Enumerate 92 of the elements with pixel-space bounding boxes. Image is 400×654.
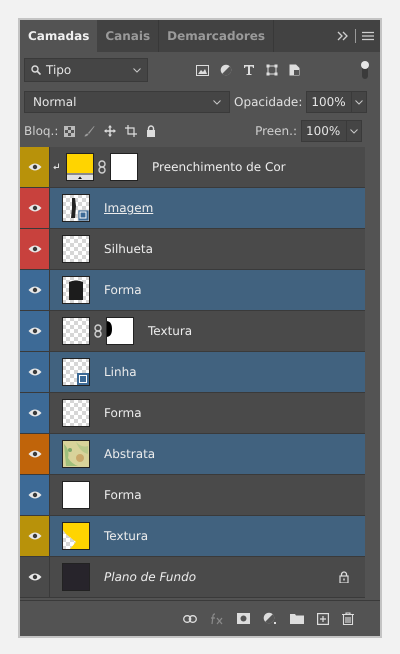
menu-icon[interactable] <box>362 31 374 41</box>
mask-icon[interactable] <box>237 613 250 624</box>
layer-row[interactable]: Preenchimento de Cor <box>20 147 365 188</box>
blend-mode-value: Normal <box>33 94 78 111</box>
layer-row[interactable]: Textura <box>20 516 365 557</box>
eye-icon[interactable] <box>28 203 42 213</box>
layer-thumbnail-icon <box>62 481 90 509</box>
type-filter-icon[interactable] <box>243 64 255 76</box>
layer-name[interactable]: Forma <box>104 281 142 299</box>
filter-toggle-icon[interactable] <box>360 60 370 80</box>
layer-name[interactable]: Textura <box>148 322 192 340</box>
layer-thumbnail-icon <box>62 440 90 468</box>
expand-icon[interactable] <box>337 31 349 41</box>
opacity-field[interactable]: 100% <box>306 91 368 113</box>
layer-thumbnail-icon <box>62 317 90 345</box>
layer-name[interactable]: Forma <box>104 486 142 504</box>
layer-row[interactable]: Imagem <box>20 188 365 229</box>
layer-color-label[interactable] <box>20 147 50 187</box>
layer-name[interactable]: Plano de Fundo <box>104 568 196 586</box>
fill-field[interactable]: 100% <box>301 120 362 142</box>
layer-thumbnail-icon <box>62 522 90 550</box>
adjustment-layer-icon[interactable] <box>263 612 277 625</box>
layer-color-label[interactable] <box>20 229 50 269</box>
layer-color-label[interactable] <box>20 475 50 515</box>
layer-row[interactable]: Silhueta <box>20 229 365 270</box>
trash-icon[interactable] <box>342 612 354 625</box>
artboard-icon[interactable] <box>125 125 138 137</box>
image-filter-icon[interactable] <box>196 64 209 76</box>
layer-thumbnail-icon <box>66 153 94 181</box>
eye-icon[interactable] <box>28 449 42 459</box>
chevron-down-icon <box>133 68 141 72</box>
eye-icon[interactable] <box>28 326 42 336</box>
adjustment-filter-icon[interactable] <box>220 64 232 76</box>
eye-icon[interactable] <box>28 162 42 172</box>
layer-thumbnail-icon <box>62 235 90 263</box>
eye-icon[interactable] <box>28 531 42 541</box>
lock-label: Bloq.: <box>24 123 58 140</box>
opacity-label: Opacidade: <box>234 94 302 111</box>
smart-object-filter-icon[interactable] <box>289 64 300 76</box>
eye-icon[interactable] <box>28 285 42 295</box>
folder-icon[interactable] <box>290 613 304 624</box>
layer-row[interactable]: Forma <box>20 270 365 311</box>
layer-color-label[interactable] <box>20 434 50 474</box>
layer-color-label[interactable] <box>20 352 50 392</box>
layer-row[interactable]: Textura <box>20 311 365 352</box>
layer-thumbnail-icon <box>62 358 90 386</box>
filter-value: Tipo <box>46 62 72 79</box>
layer-row[interactable]: Forma <box>20 475 365 516</box>
eye-icon[interactable] <box>28 408 42 418</box>
move-icon[interactable] <box>104 125 116 137</box>
shape-filter-icon[interactable] <box>266 64 278 76</box>
layer-thumbnail-icon <box>62 194 90 222</box>
mask-thumbnail-icon <box>110 153 138 181</box>
search-icon <box>31 65 41 75</box>
mask-thumbnail-icon <box>106 317 134 345</box>
chevron-down-icon <box>350 128 358 134</box>
layer-name[interactable]: Forma <box>104 404 142 422</box>
layer-row[interactable]: Abstrata <box>20 434 365 475</box>
eye-icon[interactable] <box>28 490 42 500</box>
chevron-down-icon <box>355 100 364 104</box>
link-icon <box>94 324 102 338</box>
layer-row[interactable]: Plano de Fundo <box>20 557 365 598</box>
layer-name[interactable]: Silhueta <box>104 240 153 258</box>
panel-tab[interactable]: Camadas <box>20 20 98 52</box>
blend-mode-dropdown[interactable]: Normal <box>24 91 230 113</box>
fill-label: Preen.: <box>255 123 297 140</box>
layer-row[interactable]: Linha <box>20 352 365 393</box>
link-icon <box>98 160 106 174</box>
layer-color-label[interactable] <box>20 393 50 433</box>
layer-name[interactable]: Abstrata <box>104 445 156 463</box>
layer-name[interactable]: Textura <box>104 527 148 545</box>
link-layers-icon[interactable] <box>183 614 197 622</box>
layer-color-label[interactable] <box>20 188 50 228</box>
chevron-down-icon <box>213 100 221 104</box>
lock-transparency-icon[interactable] <box>64 126 76 136</box>
layer-name[interactable]: Linha <box>104 363 137 381</box>
layer-color-label[interactable] <box>20 270 50 310</box>
layer-row[interactable]: Forma <box>20 393 365 434</box>
layer-thumbnail-icon <box>62 563 90 591</box>
layer-color-label[interactable] <box>20 516 50 556</box>
layer-thumbnail-icon <box>62 276 90 304</box>
eye-icon[interactable] <box>28 244 42 254</box>
eye-icon[interactable] <box>28 367 42 377</box>
lock-icon[interactable] <box>146 125 156 137</box>
eye-icon[interactable] <box>28 572 42 582</box>
layer-name[interactable]: Imagem <box>104 199 154 217</box>
new-layer-icon[interactable] <box>317 612 329 624</box>
brush-icon[interactable] <box>84 125 96 137</box>
layer-thumbnail-icon <box>62 399 90 427</box>
layer-color-label[interactable] <box>20 311 50 351</box>
filter-dropdown[interactable]: Tipo <box>24 58 148 82</box>
layer-name[interactable]: Preenchimento de Cor <box>152 158 286 176</box>
